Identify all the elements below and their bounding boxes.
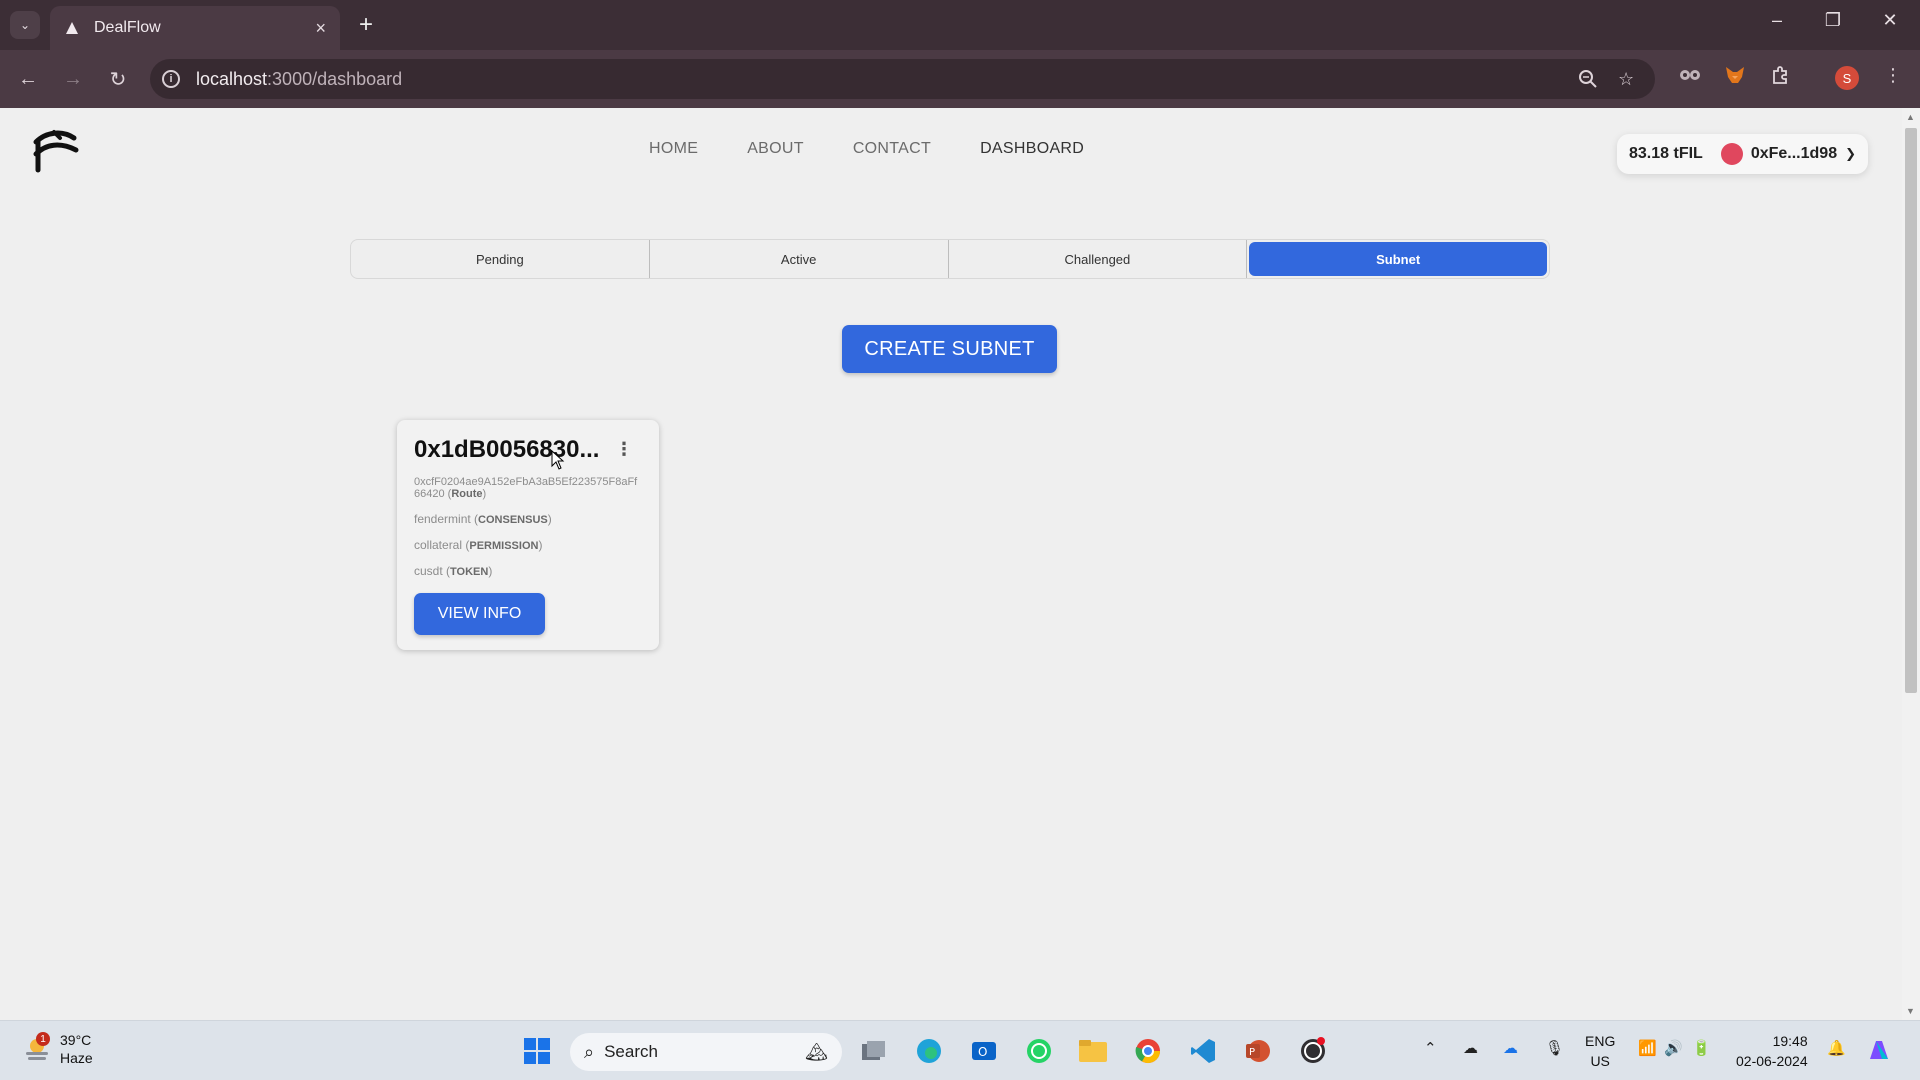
extension-owl-icon[interactable] — [1677, 62, 1703, 88]
subnet-consensus: fendermint (CONSENSUS) — [414, 512, 552, 526]
address-bar[interactable]: i localhost:3000/dashboard ☆ — [150, 59, 1655, 99]
search-icon: ⌕ — [584, 1041, 595, 1062]
volume-icon[interactable]: 🔊 — [1664, 1039, 1683, 1057]
page-scrollbar[interactable]: ▲ ▼ — [1902, 108, 1920, 1020]
search-highlight-icon: 🏔 — [805, 1041, 828, 1062]
scrollbar-thumb[interactable] — [1905, 128, 1917, 693]
tab-pending[interactable]: Pending — [351, 240, 650, 278]
microphone-icon[interactable]: 🎙 — [1545, 1039, 1564, 1057]
obs-studio-icon[interactable] — [1297, 1035, 1329, 1067]
system-clock[interactable]: 19:48 02-06-2024 — [1736, 1031, 1808, 1071]
tab-active[interactable]: Active — [650, 240, 949, 278]
metamask-fox-icon[interactable] — [1722, 62, 1748, 88]
task-view-icon[interactable] — [858, 1035, 890, 1067]
browser-tab[interactable]: DealFlow × — [50, 6, 340, 50]
outlook-icon[interactable]: O — [968, 1035, 1000, 1067]
back-icon[interactable]: ← — [13, 64, 43, 94]
status-tabs: Pending Active Challenged Subnet — [350, 239, 1550, 279]
main-nav: HOME ABOUT CONTACT DASHBOARD — [649, 140, 1133, 158]
chevron-down-icon: ❯ — [1845, 146, 1856, 161]
bookmark-star-icon[interactable]: ☆ — [1618, 69, 1634, 90]
browser-toolbar: ← → ↻ i localhost:3000/dashboard ☆ — [0, 50, 1920, 108]
weather-badge: 1 — [36, 1032, 50, 1046]
forward-icon[interactable]: → — [58, 64, 88, 94]
extensions-puzzle-icon[interactable] — [1768, 62, 1794, 88]
edge-browser-icon[interactable] — [913, 1035, 945, 1067]
scroll-up-icon[interactable]: ▲ — [1906, 112, 1915, 122]
show-hidden-icons-chevron-icon[interactable]: ⌃ — [1424, 1039, 1437, 1057]
reload-icon[interactable]: ↻ — [103, 64, 133, 94]
taskbar-search[interactable]: ⌕ Search 🏔 — [570, 1033, 842, 1071]
subnet-card: 0x1dB0056830... ⋮ 0xcfF0204ae9A152eFbA3a… — [397, 420, 659, 650]
file-explorer-icon[interactable] — [1077, 1035, 1109, 1067]
account-avatar-icon — [1720, 143, 1743, 165]
subnet-token: cusdt (TOKEN) — [414, 564, 493, 578]
page-content: HOME ABOUT CONTACT DASHBOARD 83.18 tFIL … — [0, 108, 1902, 1020]
battery-icon[interactable]: 🔋 — [1692, 1039, 1711, 1057]
scroll-down-icon[interactable]: ▼ — [1906, 1006, 1915, 1016]
subnet-id-title: 0x1dB0056830... — [414, 436, 600, 463]
browser-tab-bar: ⌄ DealFlow × + – ❐ ✕ — [0, 0, 1920, 50]
site-info-icon[interactable]: i — [162, 70, 180, 88]
vscode-icon[interactable] — [1187, 1035, 1219, 1067]
nav-about-link[interactable]: ABOUT — [747, 140, 804, 158]
nav-home-link[interactable]: HOME — [649, 140, 698, 158]
restore-icon[interactable]: ❐ — [1813, 10, 1853, 31]
dealflow-logo[interactable] — [32, 128, 82, 174]
onedrive-icon[interactable]: ☁ — [1463, 1039, 1478, 1057]
tab-subnet[interactable]: Subnet — [1249, 242, 1547, 276]
wallet-balance: 83.18 tFIL — [1629, 145, 1703, 162]
windows-taskbar: 1 39°C Haze ⌕ Search 🏔 O P ⌃ ☁ ☁ 🎙 ENG U… — [0, 1020, 1920, 1080]
nav-contact-link[interactable]: CONTACT — [853, 140, 931, 158]
url-text[interactable]: localhost:3000/dashboard — [196, 69, 402, 90]
zoom-icon[interactable] — [1578, 69, 1598, 94]
profile-avatar[interactable]: S — [1835, 66, 1859, 90]
more-options-icon[interactable]: ⋮ — [615, 440, 633, 458]
mouse-cursor-icon — [551, 450, 565, 470]
browser-menu-icon[interactable]: ⋮ — [1880, 62, 1906, 88]
weather-haze-icon: 1 — [22, 1032, 52, 1064]
weather-widget[interactable]: 1 39°C Haze — [22, 1031, 93, 1067]
tab-title: DealFlow — [94, 19, 161, 36]
chrome-icon[interactable] — [1132, 1035, 1164, 1067]
dealflow-favicon-icon — [64, 20, 80, 36]
new-tab-icon[interactable]: + — [352, 11, 380, 39]
wallet-connect-button[interactable]: 83.18 tFIL 0xFe...1d98 ❯ — [1617, 134, 1868, 174]
powerpoint-icon[interactable]: P — [1242, 1035, 1274, 1067]
nav-dashboard-link[interactable]: DASHBOARD — [980, 140, 1084, 158]
tab-close-icon[interactable]: × — [315, 18, 326, 39]
onedrive-business-icon[interactable]: ☁ — [1503, 1039, 1518, 1057]
copilot-icon[interactable] — [1866, 1039, 1892, 1067]
weather-desc: Haze — [60, 1050, 93, 1066]
subnet-permission: collateral (PERMISSION) — [414, 538, 543, 552]
wifi-icon[interactable]: 📶 — [1638, 1039, 1657, 1057]
minimize-icon[interactable]: – — [1757, 10, 1797, 31]
whatsapp-icon[interactable] — [1023, 1035, 1055, 1067]
weather-temp: 39°C — [60, 1032, 92, 1048]
wallet-account[interactable]: 0xFe...1d98 ❯ — [1720, 143, 1856, 165]
create-subnet-button[interactable]: CREATE SUBNET — [842, 325, 1057, 373]
language-indicator[interactable]: ENG US — [1585, 1031, 1615, 1071]
taskbar-search-label: Search — [604, 1042, 658, 1061]
close-window-icon[interactable]: ✕ — [1870, 10, 1910, 31]
view-info-button[interactable]: VIEW INFO — [414, 593, 545, 635]
windows-start-icon[interactable] — [521, 1035, 553, 1067]
tab-search-dropdown-icon[interactable]: ⌄ — [10, 11, 40, 39]
wallet-address: 0xFe...1d98 — [1750, 145, 1838, 162]
svg-text:P: P — [1249, 1047, 1255, 1058]
svg-text:O: O — [978, 1045, 987, 1059]
tab-challenged[interactable]: Challenged — [949, 240, 1248, 278]
subnet-route: 0xcfF0204ae9A152eFbA3aB5Ef223575F8aFf664… — [414, 476, 638, 500]
notifications-bell-icon[interactable]: 🔔 — [1827, 1039, 1846, 1057]
